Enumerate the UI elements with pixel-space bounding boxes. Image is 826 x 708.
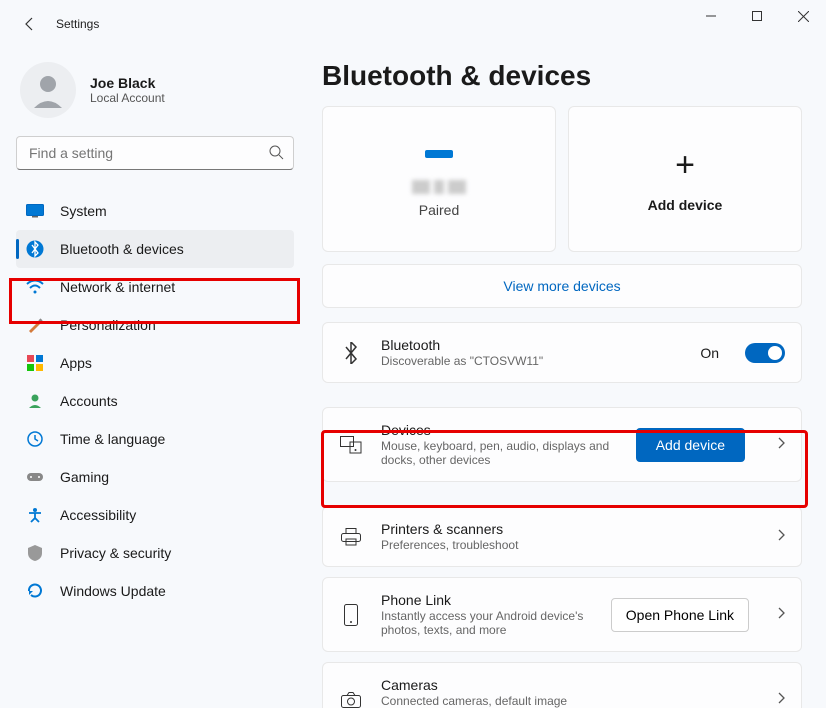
chevron-right-icon [777,528,785,546]
devices-card[interactable]: Devices Mouse, keyboard, pen, audio, dis… [322,407,802,482]
add-device-label: Add device [648,197,723,213]
user-block[interactable]: Joe Black Local Account [20,62,294,118]
bluetooth-icon [339,342,363,364]
bluetooth-icon [26,240,44,258]
user-name: Joe Black [90,75,165,91]
window-title: Settings [56,17,99,31]
privacy-icon [26,544,44,562]
sidebar-item-label: Apps [60,355,92,371]
devices-icon [339,436,363,454]
sidebar-item-privacy[interactable]: Privacy & security [16,534,294,572]
avatar [20,62,76,118]
maximize-button[interactable] [734,0,780,32]
devices-title: Devices [381,422,618,438]
sidebar-item-label: Privacy & security [60,545,171,561]
update-icon [26,582,44,600]
sidebar-item-bluetooth[interactable]: Bluetooth & devices [16,230,294,268]
chevron-right-icon [777,691,785,708]
apps-icon [26,354,44,372]
user-account-type: Local Account [90,91,165,105]
sidebar-item-label: Bluetooth & devices [60,241,184,257]
network-icon [26,278,44,296]
sidebar: Joe Black Local Account System Bluetooth… [0,48,310,708]
sidebar-item-label: Accessibility [60,507,136,523]
phone-title: Phone Link [381,592,593,608]
sidebar-item-time[interactable]: Time & language [16,420,294,458]
sidebar-item-label: Network & internet [60,279,175,295]
paired-label: Paired [419,202,459,218]
printers-card[interactable]: Printers & scanners Preferences, trouble… [322,506,802,567]
plus-icon: + [675,146,695,185]
sidebar-item-personalization[interactable]: Personalization [16,306,294,344]
gaming-icon [26,468,44,486]
sidebar-item-system[interactable]: System [16,192,294,230]
camera-icon [339,692,363,708]
sidebar-item-accounts[interactable]: Accounts [16,382,294,420]
sidebar-item-label: Gaming [60,469,109,485]
printers-sub: Preferences, troubleshoot [381,538,611,552]
bluetooth-toggle-card[interactable]: Bluetooth Discoverable as "CTOSVW11" On [322,322,802,383]
chevron-right-icon [777,436,785,454]
devices-sub: Mouse, keyboard, pen, audio, displays an… [381,439,611,467]
chevron-right-icon [777,606,785,624]
phone-icon [339,604,363,626]
phone-sub: Instantly access your Android device's p… [381,609,593,637]
view-more-devices-button[interactable]: View more devices [322,264,802,308]
sidebar-item-update[interactable]: Windows Update [16,572,294,610]
sidebar-item-label: Personalization [60,317,156,333]
search-icon [268,144,284,165]
bluetooth-state-label: On [700,345,719,361]
phone-link-card[interactable]: Phone Link Instantly access your Android… [322,577,802,652]
paired-device-image [404,140,474,178]
sidebar-item-apps[interactable]: Apps [16,344,294,382]
cameras-sub: Connected cameras, default image setting… [381,694,611,708]
printers-title: Printers & scanners [381,521,759,537]
page-title: Bluetooth & devices [322,60,802,92]
personalization-icon [26,316,44,334]
main-content: Bluetooth & devices Paired + Add device … [310,48,826,708]
accessibility-icon [26,506,44,524]
sidebar-item-label: Windows Update [60,583,166,599]
cameras-title: Cameras [381,677,759,693]
open-phone-link-button[interactable]: Open Phone Link [611,598,749,632]
search-input[interactable] [16,136,294,170]
cameras-card[interactable]: Cameras Connected cameras, default image… [322,662,802,708]
bluetooth-sub: Discoverable as "CTOSVW11" [381,354,611,368]
printer-icon [339,528,363,546]
time-icon [26,430,44,448]
sidebar-item-gaming[interactable]: Gaming [16,458,294,496]
sidebar-item-label: Accounts [60,393,118,409]
bluetooth-title: Bluetooth [381,337,682,353]
sidebar-item-label: System [60,203,107,219]
add-device-button[interactable]: Add device [636,428,745,462]
minimize-button[interactable] [688,0,734,32]
accounts-icon [26,392,44,410]
system-icon [26,202,44,220]
close-button[interactable] [780,0,826,32]
search-field[interactable] [16,136,294,170]
sidebar-item-accessibility[interactable]: Accessibility [16,496,294,534]
add-device-card[interactable]: + Add device [568,106,802,252]
bluetooth-toggle[interactable] [745,343,785,363]
back-button[interactable] [14,8,46,40]
paired-device-card[interactable]: Paired [322,106,556,252]
sidebar-item-network[interactable]: Network & internet [16,268,294,306]
sidebar-item-label: Time & language [60,431,165,447]
